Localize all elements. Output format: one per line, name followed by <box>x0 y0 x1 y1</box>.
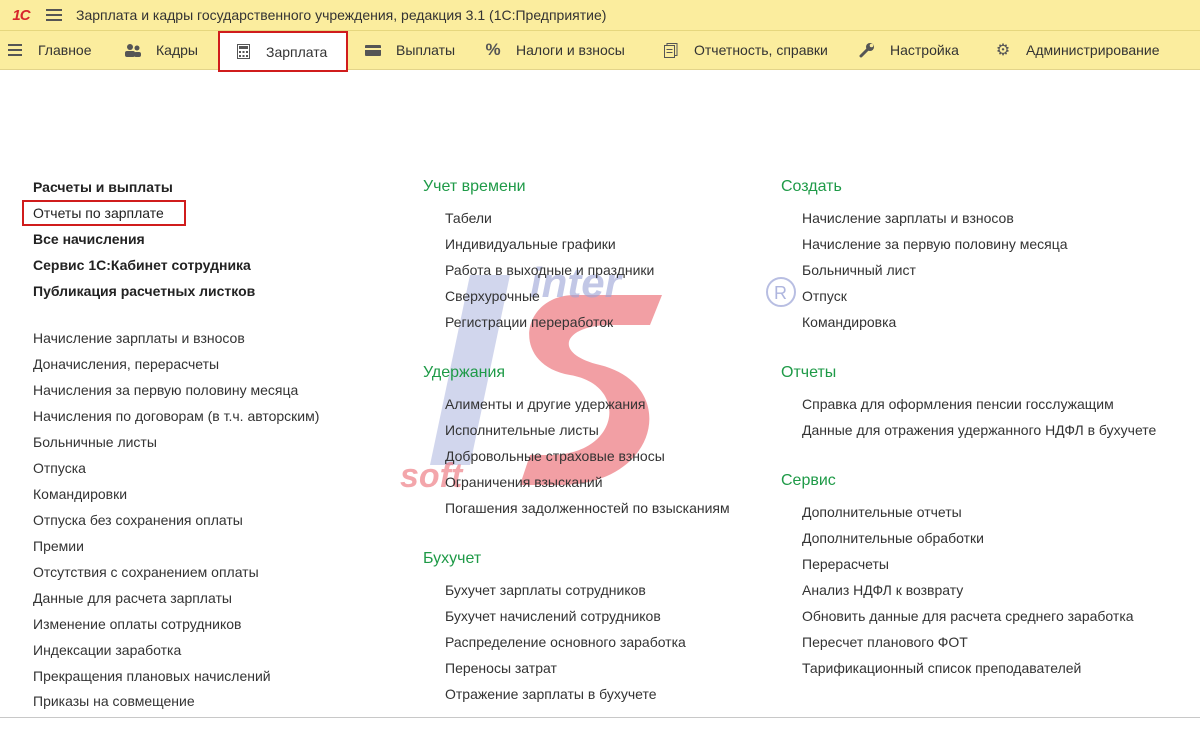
accounting-item[interactable]: Отражение зарплаты в бухучете <box>445 686 657 702</box>
service-item[interactable]: Дополнительные обработки <box>802 530 984 546</box>
group-header-reports: Отчеты <box>781 364 837 381</box>
section-administration[interactable]: ⚙ Администрирование <box>990 31 1170 69</box>
deductions-item[interactable]: Алименты и другие удержания <box>445 396 646 412</box>
left-list-item[interactable]: Начисления за первую половину месяца <box>33 382 298 398</box>
window-title: Зарплата и кадры государственного учрежд… <box>76 7 607 23</box>
wrench-icon <box>858 42 876 58</box>
reports-item[interactable]: Данные для отражения удержанного НДФЛ в … <box>802 422 1156 438</box>
section-label: Главное <box>38 42 92 58</box>
deductions-item[interactable]: Добровольные страховые взносы <box>445 448 665 464</box>
service-item[interactable]: Пересчет планового ФОТ <box>802 634 968 650</box>
deductions-item[interactable]: Ограничения взысканий <box>445 474 603 490</box>
deductions-item[interactable]: Исполнительные листы <box>445 422 599 438</box>
svg-text:R: R <box>774 283 787 303</box>
section-salary[interactable]: Зарплата <box>218 31 348 72</box>
section-label: Кадры <box>156 42 198 58</box>
service-item[interactable]: Перерасчеты <box>802 556 889 572</box>
left-list-item[interactable]: Прекращения плановых начислений <box>33 668 271 684</box>
accounting-item[interactable]: Бухучет зарплаты сотрудников <box>445 582 646 598</box>
section-label: Отчетность, справки <box>694 42 828 58</box>
left-list-item[interactable]: Начисления по договорам (в т.ч. авторски… <box>33 408 319 424</box>
percent-icon: % <box>485 40 501 59</box>
left-list-item[interactable]: Отсутствия с сохранением оплаты <box>33 564 259 580</box>
main-menu-icon[interactable] <box>46 8 64 22</box>
left-list-item[interactable]: Начисление зарплаты и взносов <box>33 330 245 346</box>
section-payments[interactable]: Выплаты <box>348 31 476 69</box>
group-header-accounting: Бухучет <box>423 550 482 567</box>
section-reports[interactable]: Отчетность, справки <box>654 31 854 69</box>
gear-icon: ⚙ <box>995 42 1011 59</box>
accounting-item[interactable]: Распределение основного заработка <box>445 634 686 650</box>
time-tracking-item[interactable]: Сверхурочные <box>445 288 540 304</box>
section-settings[interactable]: Настройка <box>854 31 990 69</box>
left-list-item[interactable]: Данные для расчета зарплаты <box>33 590 232 606</box>
service-item[interactable]: Анализ НДФЛ к возврату <box>802 582 963 598</box>
left-list-item[interactable]: Отпуска без сохранения оплаты <box>33 512 243 528</box>
link-payslip-publication[interactable]: Публикация расчетных листков <box>33 283 255 299</box>
time-tracking-item[interactable]: Регистрации переработок <box>445 314 613 330</box>
left-list-item[interactable]: Изменение оплаты сотрудников <box>33 616 241 632</box>
logo-1c[interactable]: 1С <box>6 6 36 24</box>
group-header-create: Создать <box>781 178 842 195</box>
left-list-item[interactable]: Приказы на совмещение <box>33 693 195 709</box>
section-main[interactable]: Главное <box>0 31 110 69</box>
create-item[interactable]: Больничный лист <box>802 262 916 278</box>
left-list-item[interactable]: Командировки <box>33 486 127 502</box>
left-list-item[interactable]: Больничные листы <box>33 434 157 450</box>
left-list-item[interactable]: Доначисления, перерасчеты <box>33 356 219 372</box>
service-item[interactable]: Дополнительные отчеты <box>802 504 962 520</box>
create-item[interactable]: Командировка <box>802 314 896 330</box>
group-header-time-tracking: Учет времени <box>423 178 526 195</box>
create-item[interactable]: Начисление за первую половину месяца <box>802 236 1068 252</box>
section-label: Администрирование <box>1026 42 1160 58</box>
section-label: Выплаты <box>396 42 456 58</box>
time-tracking-item[interactable]: Индивидуальные графики <box>445 236 616 252</box>
sections-panel: Главное Кадры Зарплата Выплаты % Налоги … <box>0 31 1200 72</box>
calculator-icon <box>234 44 252 60</box>
accounting-item[interactable]: Бухучет начислений сотрудников <box>445 608 661 624</box>
link-employee-cabinet[interactable]: Сервис 1С:Кабинет сотрудника <box>33 257 251 273</box>
service-item[interactable]: Тарификационный список преподавателей <box>802 660 1081 676</box>
section-label: Зарплата <box>266 43 328 60</box>
card-icon <box>364 42 382 58</box>
left-list-item[interactable]: Индексации заработка <box>33 642 181 658</box>
link-calculations-payments[interactable]: Расчеты и выплаты <box>33 179 173 195</box>
section-label: Налоги и взносы <box>516 42 625 58</box>
group-header-deductions: Удержания <box>423 364 506 381</box>
hamburger-icon <box>6 42 24 58</box>
left-list-item[interactable]: Премии <box>33 538 84 554</box>
link-all-accruals[interactable]: Все начисления <box>33 231 145 247</box>
accounting-item[interactable]: Переносы затрат <box>445 660 557 676</box>
highlight-frame <box>22 200 186 226</box>
bottom-panel <box>0 717 1200 750</box>
reports-item[interactable]: Справка для оформления пенсии госслужащи… <box>802 396 1114 412</box>
create-item[interactable]: Отпуск <box>802 288 847 304</box>
group-header-service: Сервис <box>781 472 836 489</box>
section-label: Настройка <box>890 42 959 58</box>
people-icon <box>124 42 142 58</box>
left-list-item[interactable]: Отпуска <box>33 460 86 476</box>
time-tracking-item[interactable]: Табели <box>445 210 492 226</box>
title-bar: 1С Зарплата и кадры государственного учр… <box>0 0 1200 31</box>
section-taxes[interactable]: % Налоги и взносы <box>476 31 654 69</box>
section-hr[interactable]: Кадры <box>110 31 218 69</box>
documents-icon <box>662 42 680 58</box>
create-item[interactable]: Начисление зарплаты и взносов <box>802 210 1014 226</box>
service-item[interactable]: Обновить данные для расчета среднего зар… <box>802 608 1134 624</box>
logo-text: 1С <box>12 6 30 24</box>
time-tracking-item[interactable]: Работа в выходные и праздники <box>445 262 654 278</box>
deductions-item[interactable]: Погашения задолженностей по взысканиям <box>445 500 730 516</box>
